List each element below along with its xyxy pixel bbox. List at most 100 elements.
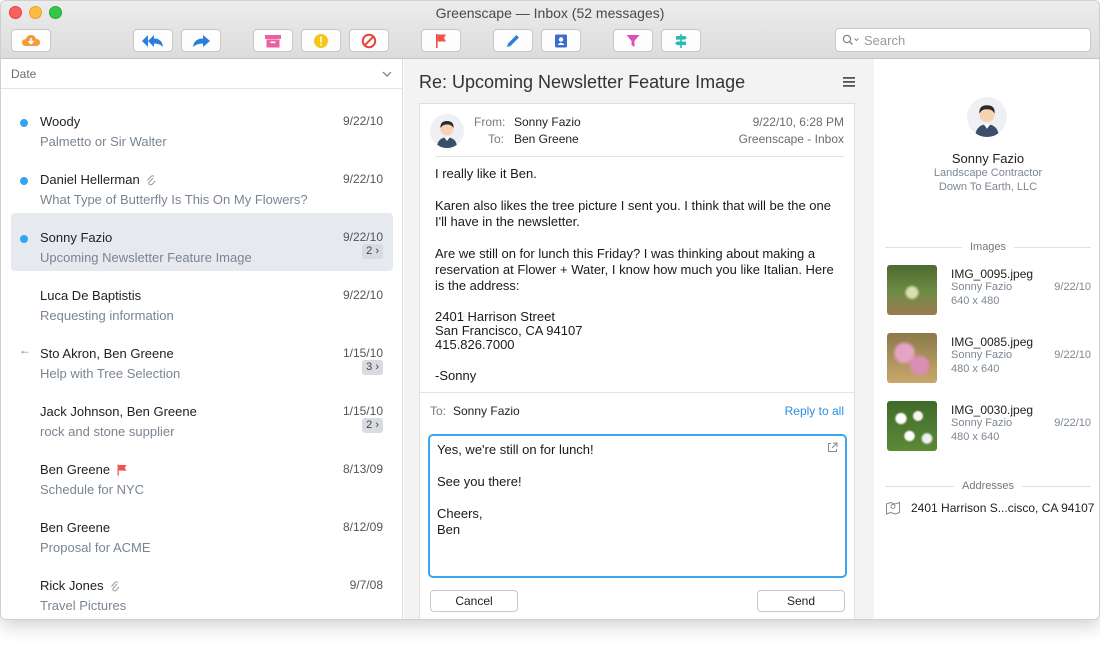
message-sender: Jack Johnson, Ben Greene xyxy=(40,404,197,419)
compose-button[interactable] xyxy=(493,29,533,52)
chevron-down-icon xyxy=(382,71,392,77)
mail-window: Greenscape — Inbox (52 messages) Search … xyxy=(0,0,1100,620)
images-section-heading: Images xyxy=(885,241,1091,253)
message-sender: Daniel Hellerman xyxy=(40,172,140,187)
paperclip-icon xyxy=(110,580,119,591)
message-sender: Woody xyxy=(40,114,81,129)
forward-button[interactable] xyxy=(181,29,221,52)
image-filename: IMG_0095.jpeg xyxy=(951,267,1034,281)
image-attachment-row[interactable]: IMG_0030.jpeg Sonny Fazio 480 x 640 9/22… xyxy=(887,401,1091,453)
unread-indicator xyxy=(20,119,28,127)
warning-icon xyxy=(314,33,328,48)
rules-button[interactable] xyxy=(661,29,701,52)
message-row-ben-greene-nyc[interactable]: Ben Greene 8/13/09 Schedule for NYC xyxy=(11,445,393,503)
message-row-daniel-hellerman[interactable]: Daniel Hellerman 9/22/10 What Type of Bu… xyxy=(11,155,393,213)
map-icon xyxy=(886,501,900,515)
from-value[interactable]: Sonny Fazio xyxy=(514,115,581,129)
message-subject: Travel Pictures xyxy=(40,598,127,613)
menu-icon[interactable] xyxy=(842,75,856,93)
body-paragraph: Are we still on for lunch this Friday? I… xyxy=(435,246,834,293)
message-row-jack-johnson[interactable]: Jack Johnson, Ben Greene 1/15/10 rock an… xyxy=(11,387,393,445)
contact-company: Down To Earth, LLC xyxy=(938,181,1038,193)
image-thumbnail xyxy=(887,401,937,451)
body-paragraph: Karen also likes the tree picture I sent… xyxy=(435,198,831,229)
sender-avatar xyxy=(430,114,464,148)
reply-line: Cheers, Ben xyxy=(437,506,483,537)
reply-to-line: To: Sonny Fazio Reply to all xyxy=(420,392,854,428)
image-date: 9/22/10 xyxy=(1054,417,1091,429)
to-value[interactable]: Ben Greene xyxy=(514,132,579,146)
image-attachment-row[interactable]: IMG_0095.jpeg Sonny Fazio 640 x 480 9/22… xyxy=(887,265,1091,317)
block-button[interactable] xyxy=(349,29,389,52)
reply-to-value[interactable]: Sonny Fazio xyxy=(453,404,520,418)
image-thumbnail xyxy=(887,265,937,315)
message-date: 1/15/10 xyxy=(342,404,383,418)
get-mail-button[interactable] xyxy=(11,29,51,52)
message-subject: Upcoming Newsletter Feature Image xyxy=(40,250,252,265)
contacts-button[interactable] xyxy=(541,29,581,52)
address-book-icon xyxy=(555,34,567,47)
thread-count-badge[interactable]: 3 › xyxy=(362,360,383,375)
message-datetime: 9/22/10, 6:28 PM xyxy=(752,115,844,129)
filter-button[interactable] xyxy=(613,29,653,52)
image-date: 9/22/10 xyxy=(1054,349,1091,361)
image-filename: IMG_0085.jpeg xyxy=(951,335,1034,349)
sort-label: Date xyxy=(11,66,37,81)
message-subject: Help with Tree Selection xyxy=(40,366,181,381)
send-button[interactable]: Send xyxy=(757,590,845,612)
image-attachment-row[interactable]: IMG_0085.jpeg Sonny Fazio 480 x 640 9/22… xyxy=(887,333,1091,385)
sort-header[interactable]: Date xyxy=(1,59,402,89)
image-sender: Sonny Fazio xyxy=(951,281,1013,293)
message-date: 1/15/10 xyxy=(342,346,383,360)
reply-line: Yes, we're still on for lunch! xyxy=(437,442,594,457)
message-row-woody[interactable]: Woody 9/22/10 Palmetto or Sir Walter xyxy=(11,97,393,155)
reply-to-all-link[interactable]: Reply to all xyxy=(785,404,844,418)
thread-count-badge[interactable]: 2 › xyxy=(362,244,383,259)
message-date: 9/22/10 xyxy=(342,230,383,244)
reading-pane: Re: Upcoming Newsletter Feature Image Fr… xyxy=(404,59,874,619)
title-bar: Greenscape — Inbox (52 messages) xyxy=(1,1,1099,59)
unread-indicator xyxy=(20,177,28,185)
forward-icon xyxy=(193,34,210,47)
junk-button[interactable] xyxy=(301,29,341,52)
message-date: 9/22/10 xyxy=(342,288,383,302)
reply-all-button[interactable] xyxy=(133,29,173,52)
popout-icon[interactable] xyxy=(827,442,838,453)
message-row-luca-de-baptistis[interactable]: Luca De Baptistis 9/22/10 Requesting inf… xyxy=(11,271,393,329)
flag-button[interactable] xyxy=(421,29,461,52)
reply-compose-field[interactable]: Yes, we're still on for lunch! See you t… xyxy=(428,434,847,578)
pencil-icon xyxy=(507,34,519,47)
message-row-sto-akron[interactable]: ← Sto Akron, Ben Greene 1/15/10 Help wit… xyxy=(11,329,393,387)
thread-count-badge[interactable]: 2 › xyxy=(362,418,383,433)
flag-icon xyxy=(436,33,446,48)
search-field[interactable] xyxy=(835,28,1091,52)
message-body: I really like it Ben. Karen also likes t… xyxy=(435,166,845,400)
cancel-button[interactable]: Cancel xyxy=(430,590,518,612)
from-label: From: xyxy=(474,115,506,129)
block-icon xyxy=(361,33,377,48)
address-value: 2401 Harrison S...cisco, CA 94107 xyxy=(911,501,1095,515)
reply-to-label: To: xyxy=(430,404,447,418)
message-row-ben-greene-acme[interactable]: Ben Greene 8/12/09 Proposal for ACME xyxy=(11,503,393,561)
flag-icon xyxy=(117,464,127,475)
message-date: 8/13/09 xyxy=(342,462,383,476)
address-row[interactable]: 2401 Harrison S...cisco, CA 94107 xyxy=(885,499,1095,517)
message-subject: What Type of Butterfly Is This On My Flo… xyxy=(40,192,308,207)
message-sender: Ben Greene xyxy=(40,462,111,477)
message-date: 9/22/10 xyxy=(342,114,383,128)
message-card: From: Sonny Fazio To: Ben Greene 9/22/10… xyxy=(419,103,855,619)
replied-arrow-icon: ← xyxy=(19,343,31,357)
message-row-rick-jones[interactable]: Rick Jones 9/7/08 Travel Pictures xyxy=(11,561,393,619)
message-subject: Requesting information xyxy=(40,308,174,323)
search-input[interactable] xyxy=(864,32,1064,48)
archive-button[interactable] xyxy=(253,29,293,52)
filter-icon xyxy=(626,34,640,47)
image-dimensions: 640 x 480 xyxy=(951,295,1000,307)
message-sender: Sto Akron, Ben Greene xyxy=(40,346,174,361)
reply-all-icon xyxy=(142,34,163,47)
paperclip-icon xyxy=(146,174,156,185)
message-row-sonny-fazio[interactable]: Sonny Fazio 9/22/10 Upcoming Newsletter … xyxy=(11,213,393,271)
address-line: San Francisco, CA 94107 xyxy=(435,323,583,338)
contact-avatar xyxy=(967,97,1007,137)
body-paragraph: I really like it Ben. xyxy=(435,166,537,181)
